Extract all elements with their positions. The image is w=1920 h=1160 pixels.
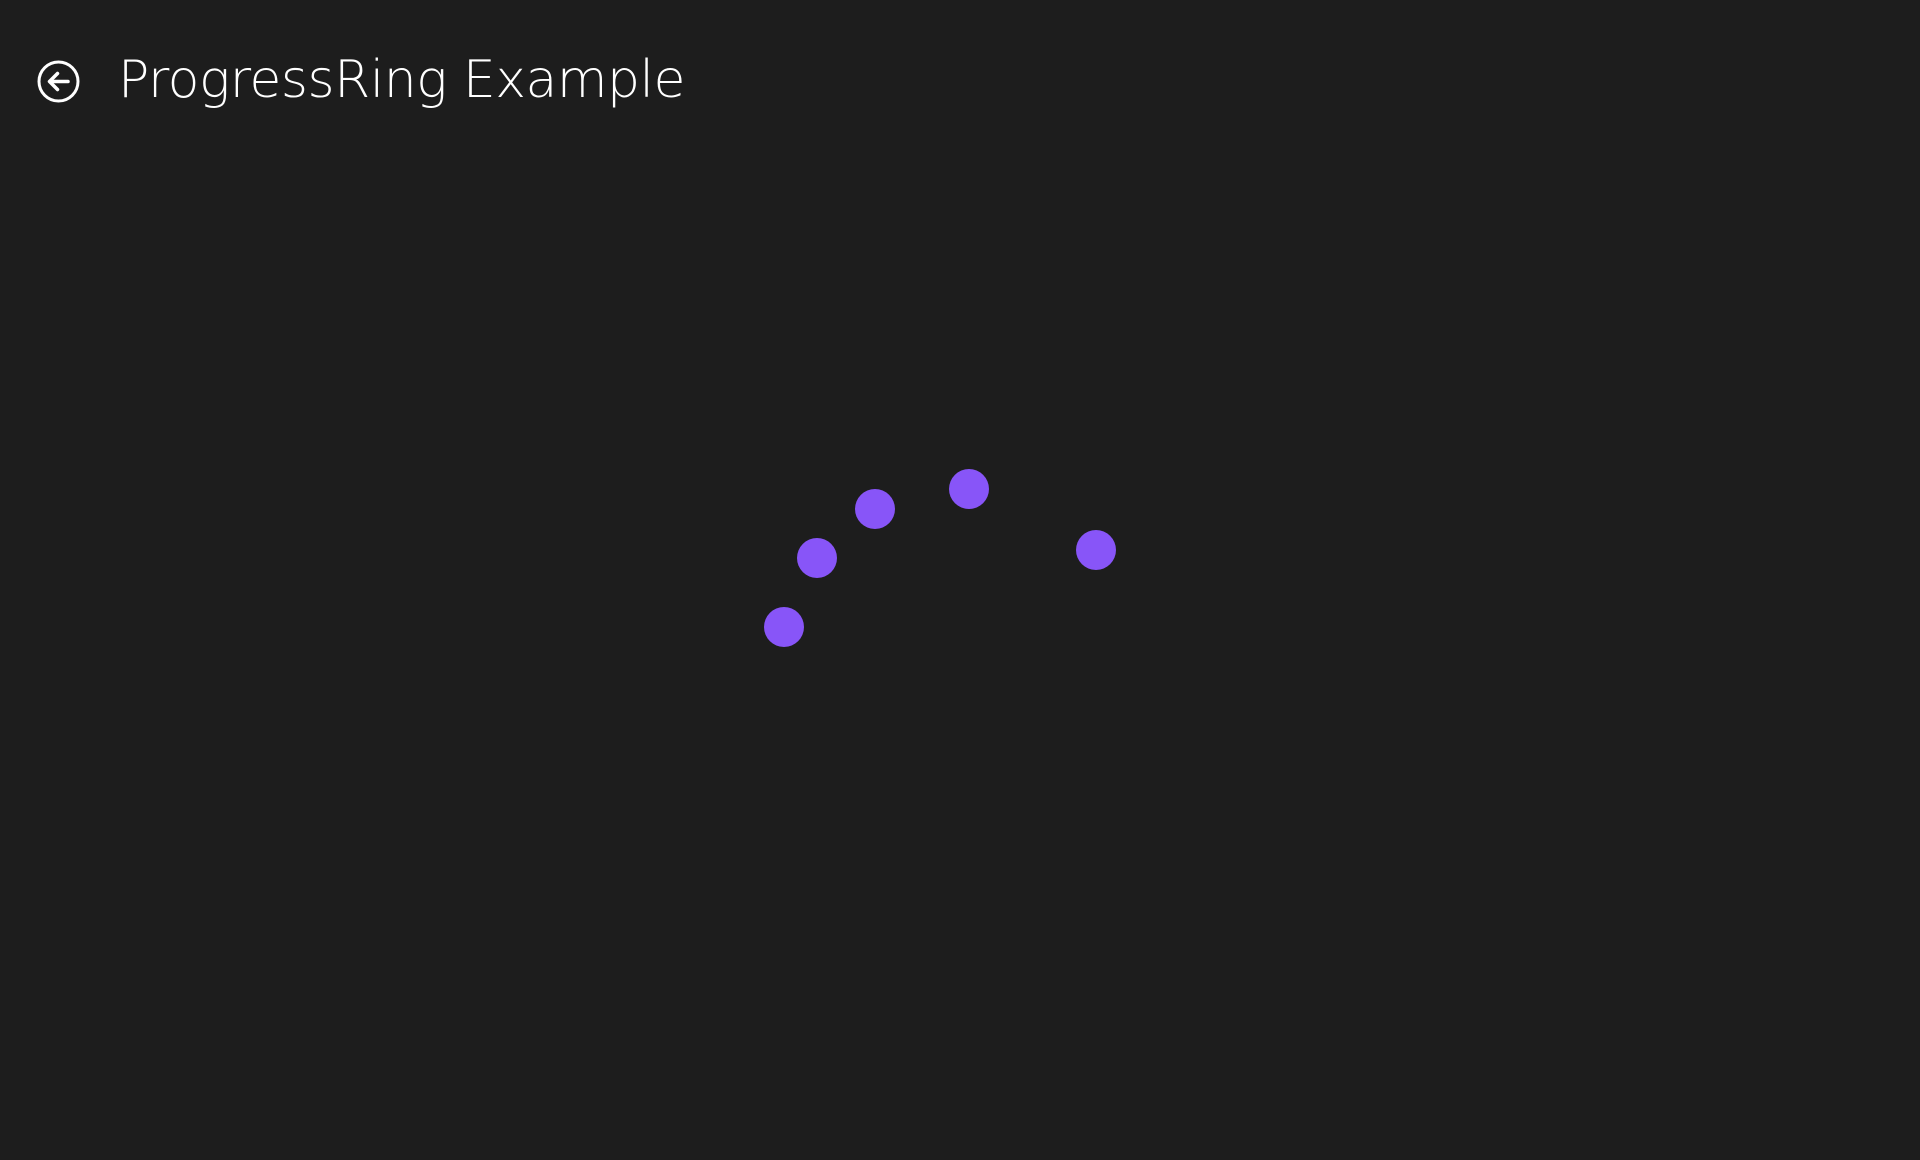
- progress-ring-dot: [949, 469, 989, 509]
- progress-ring-dot: [855, 489, 895, 529]
- progress-ring: [764, 469, 1116, 647]
- progress-ring-dot: [764, 607, 804, 647]
- page: ProgressRing Example: [0, 0, 1920, 1160]
- back-button[interactable]: [37, 60, 80, 103]
- back-arrow-circle-icon: [37, 60, 80, 103]
- progress-ring-dot: [1076, 530, 1116, 570]
- page-title: ProgressRing Example: [118, 50, 685, 110]
- progress-ring-dot: [797, 538, 837, 578]
